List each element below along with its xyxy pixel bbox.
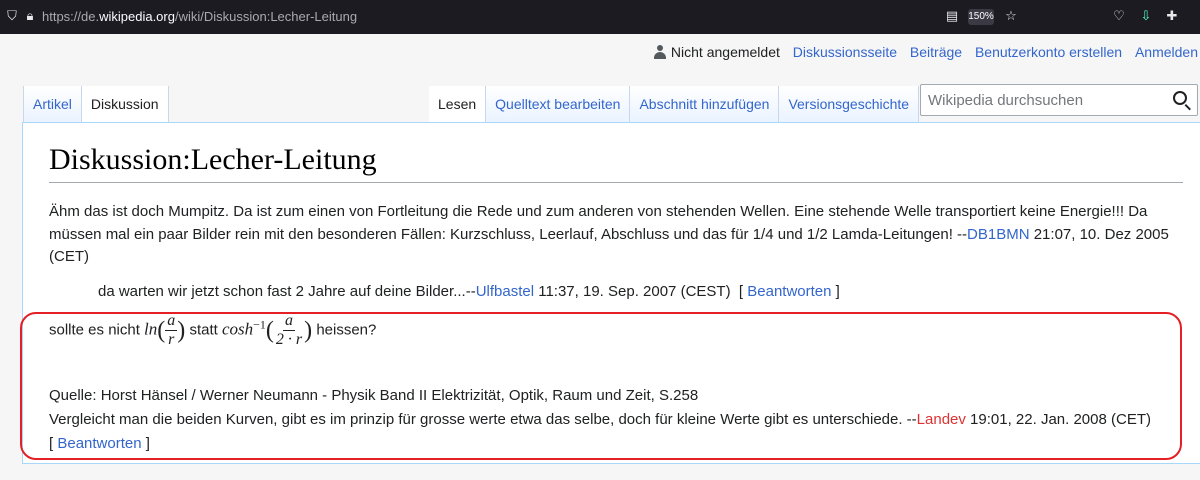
address-bar[interactable]: https://de.wikipedia.org/wiki/Diskussion… <box>42 9 357 24</box>
search-icon[interactable] <box>1173 91 1187 105</box>
highlight-annotation <box>20 312 1182 460</box>
namespace-tabs: Artikel Diskussion <box>23 86 169 122</box>
search-input[interactable] <box>921 85 1161 115</box>
title-divider <box>49 182 1183 183</box>
bookmark-star-icon[interactable]: ☆ <box>1003 9 1019 25</box>
reply-button-1[interactable]: Beantworten <box>747 283 831 300</box>
login-link[interactable]: Anmelden <box>1135 44 1198 60</box>
zoom-level[interactable]: 150% <box>968 9 994 25</box>
tab-edit-source[interactable]: Quelltext bearbeiten <box>486 86 631 122</box>
shield-icon[interactable]: ⛉ <box>4 9 20 25</box>
create-account-link[interactable]: Benutzerkonto erstellen <box>975 44 1122 60</box>
tab-history[interactable]: Versionsgeschichte <box>779 86 920 122</box>
user-icon <box>653 45 666 59</box>
contributions-link[interactable]: Beiträge <box>910 44 962 60</box>
user-link-db1bmn[interactable]: DB1BMN <box>967 226 1030 243</box>
tab-article[interactable]: Artikel <box>23 86 82 122</box>
tab-discussion[interactable]: Diskussion <box>81 86 169 122</box>
view-tabs: Lesen Quelltext bearbeiten Abschnitt hin… <box>429 86 920 122</box>
tab-add-section[interactable]: Abschnitt hinzufügen <box>630 86 780 122</box>
lock-icon[interactable]: 🔒︎ <box>22 9 38 25</box>
pocket-icon[interactable]: ♡ <box>1111 9 1127 25</box>
browser-toolbar: ⛉ 🔒︎ https://de.wikipedia.org/wiki/Disku… <box>0 0 1200 34</box>
download-icon[interactable]: ⇩ <box>1138 9 1154 25</box>
tab-read[interactable]: Lesen <box>429 86 487 122</box>
personal-tools: Nicht angemeldet Diskussionsseite Beiträ… <box>653 44 1198 60</box>
comment-1: Ähm das ist doch Mumpitz. Da ist zum ein… <box>49 203 1169 265</box>
search-box <box>920 84 1198 116</box>
login-status: Nicht angemeldet <box>670 44 780 60</box>
page-title: Diskussion:Lecher-Leitung <box>49 143 377 176</box>
comment-2: da warten wir jetzt schon fast 2 Jahre a… <box>98 283 840 300</box>
extensions-icon[interactable]: ✚ <box>1164 9 1180 25</box>
user-link-ulfbastel[interactable]: Ulfbastel <box>476 283 534 300</box>
talk-link[interactable]: Diskussionsseite <box>793 44 897 60</box>
wiki-page: Nicht angemeldet Diskussionsseite Beiträ… <box>0 34 1200 480</box>
reader-view-icon[interactable]: ▤ <box>944 9 960 25</box>
